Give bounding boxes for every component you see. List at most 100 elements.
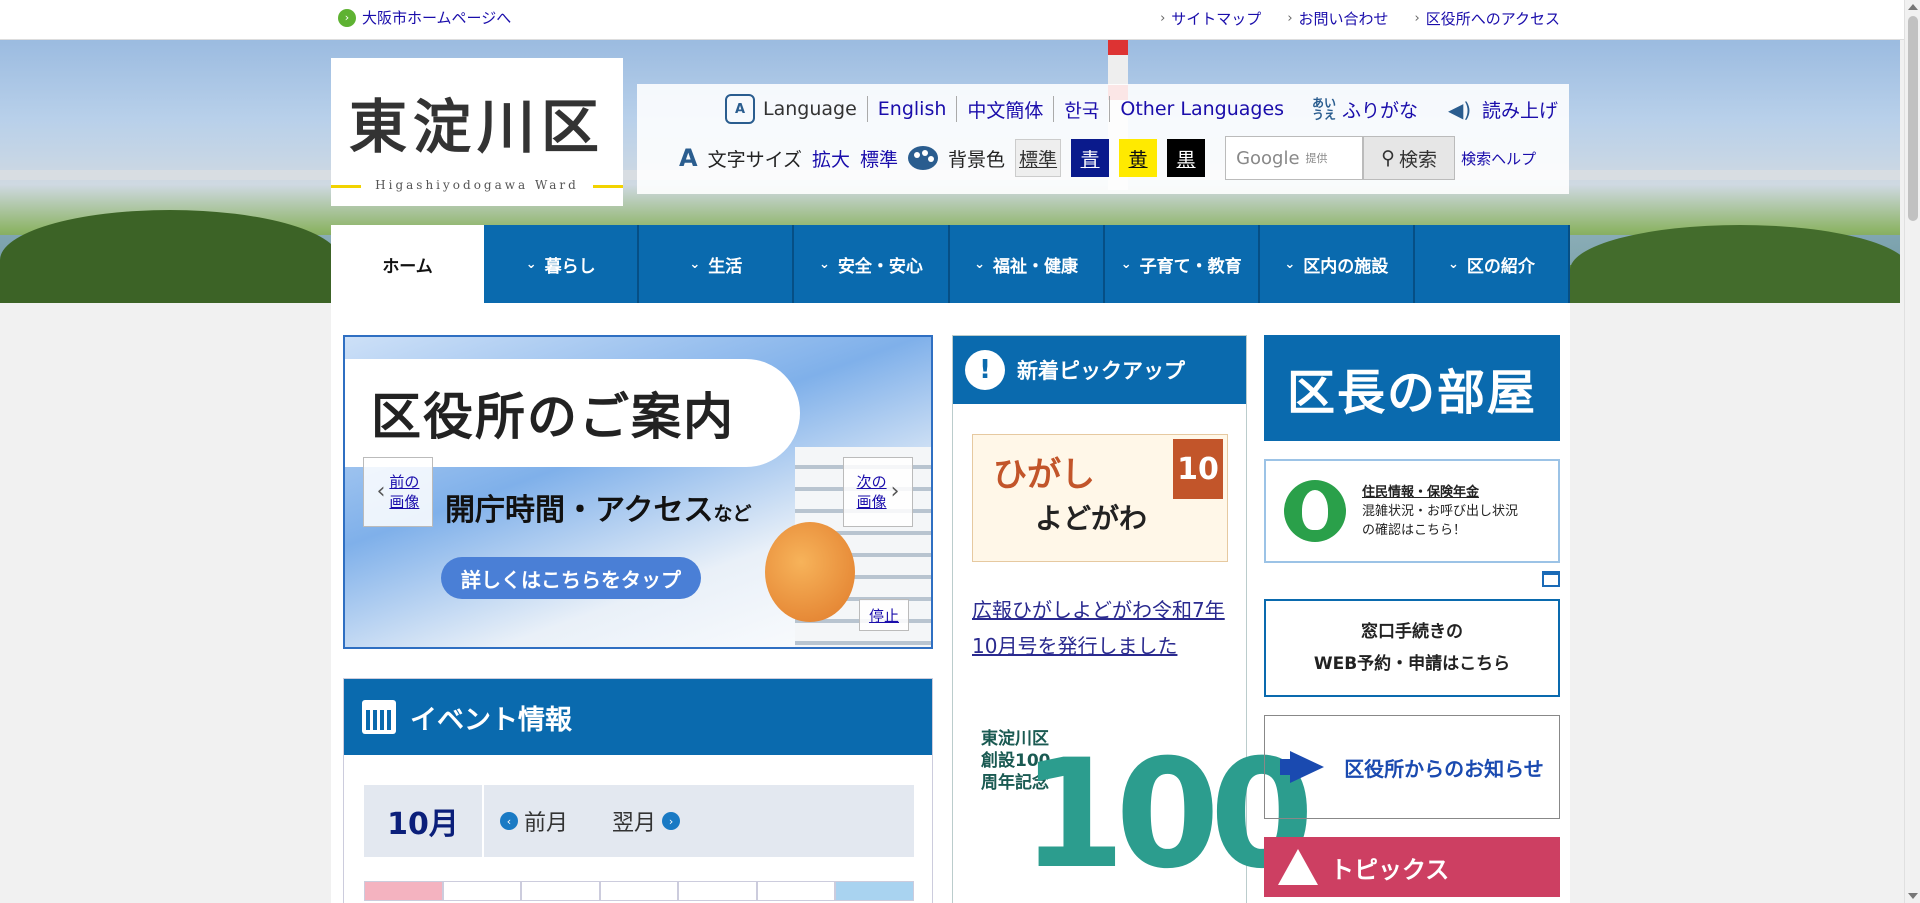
bg-blue-button[interactable]: 青 (1071, 139, 1110, 177)
global-nav: ホーム ⌄ 暮らし ⌄ 生活 ⌄ 安全・安心 ⌄ 福祉・健康 ⌄ 子育て・教育 ⌄ 区内の施… (331, 225, 1570, 303)
scroll-up-icon[interactable] (1908, 4, 1918, 10)
logo-roman: Higashiyodogawa Ward (331, 178, 623, 192)
font-size-label: 文字サイズ (707, 148, 803, 171)
lang-english-link[interactable]: English (878, 98, 947, 120)
ward-mayor-room-banner[interactable]: 区長の部屋 (1264, 335, 1560, 441)
lang-korean-link[interactable]: 한국 (1064, 96, 1099, 123)
font-enlarge-link[interactable]: 拡大 (812, 145, 850, 172)
prev-month-link[interactable]: ‹ 前月 (500, 805, 568, 837)
tab-childcare[interactable]: ⌄ 子育て・教育 (1104, 225, 1260, 303)
centennial-thumbnail[interactable]: 東淀川区創設100周年記念 100 (981, 698, 1314, 903)
slide-subtitle: 開庁時間・アクセスなど (445, 493, 752, 528)
lang-chinese-link[interactable]: 中文簡体 (967, 96, 1043, 123)
arrow-right-icon: › (338, 8, 356, 27)
chevron-down-icon: ⌄ (818, 256, 830, 272)
new-pickup-section: ! 新着ピックアップ ひがし よどがわ 10 広報ひがしよどがわ令和7年10月号… (952, 335, 1314, 903)
slide-cta-button[interactable]: 詳しくはこちらをタップ (441, 557, 701, 599)
bg-color-label: 背景色 (948, 148, 1006, 171)
utility-links: › サイトマップ › お問い合わせ › 区役所へのアクセス (1160, 8, 1560, 29)
calendar-weekday-row (364, 881, 915, 901)
next-month-link[interactable]: 翌月 › (612, 805, 681, 837)
search-icon: ⚲ (1381, 147, 1396, 169)
speaker-icon: ◀) (1448, 98, 1472, 122)
ward-notices-banner[interactable]: 区役所からのお知らせ (1264, 715, 1560, 819)
calendar-icon (362, 700, 396, 734)
new-pickup-header: ! 新着ピックアップ (953, 336, 1246, 404)
pr-magazine-thumbnail[interactable]: ひがし よどがわ 10 (972, 434, 1228, 562)
bg-yellow-button[interactable]: 黄 (1119, 139, 1158, 177)
tab-living[interactable]: ⌄ 暮らし (484, 225, 640, 303)
tab-about[interactable]: ⌄ 区の紹介 (1414, 225, 1570, 303)
slider-next-button[interactable]: 次の 画像 › (843, 457, 913, 527)
online-reservation-banner[interactable]: 窓口手続きの WEB予約・申請はこちら (1264, 599, 1560, 697)
exclamation-icon: ! (965, 350, 1005, 390)
tab-home[interactable]: ホーム (331, 225, 485, 303)
font-size-icon: A (679, 144, 698, 172)
chevron-right-icon: › (890, 479, 900, 504)
new-pickup-title: 新着ピックアップ (1017, 359, 1185, 383)
read-aloud-link[interactable]: 読み上げ (1482, 96, 1558, 123)
furigana-link[interactable]: ふりがな (1342, 96, 1418, 123)
bg-standard-button[interactable]: 標準 (1015, 139, 1062, 177)
event-info-title: イベント情報 (410, 704, 572, 736)
tab-life[interactable]: ⌄ 生活 (639, 225, 795, 303)
page-scrollbar[interactable] (1904, 0, 1920, 903)
slide-headline: 区役所のご案内 (345, 359, 800, 467)
image-slider[interactable]: 区役所のご案内 開庁時間・アクセスなど 詳しくはこちらをタップ ‹ 前の 画像 次… (343, 335, 933, 649)
scrollbar-thumb[interactable] (1908, 16, 1918, 221)
palette-icon (908, 146, 939, 170)
topics-header: トピックス (1264, 837, 1560, 897)
chevron-right-icon: › (1414, 11, 1420, 26)
scroll-down-icon[interactable] (1908, 893, 1918, 899)
site-logo[interactable]: 東淀川区 Higashiyodogawa Ward (331, 58, 623, 206)
top-utility-bar: › 大阪市ホームページへ › サイトマップ › お問い合わせ › 区役所へのアクセス (0, 0, 1904, 40)
resident-info-banner[interactable]: 住民情報・保険年金 混雑状況・お呼び出し状況 の確認はこちら！ (1264, 459, 1560, 563)
event-info-header: イベント情報 (344, 679, 932, 755)
chevron-down-icon: ⌄ (1120, 256, 1132, 272)
search-input[interactable]: Google 提供 (1225, 136, 1364, 180)
access-link[interactable]: › 区役所へのアクセス (1415, 8, 1560, 29)
chevron-left-icon: ‹ (500, 812, 518, 830)
tab-welfare[interactable]: ⌄ 福祉・健康 (949, 225, 1105, 303)
tab-safety[interactable]: ⌄ 安全・安心 (794, 225, 950, 303)
osaka-city-home-label: 大阪市ホームページへ (362, 9, 512, 27)
chevron-right-icon: › (1160, 11, 1166, 26)
chevron-down-icon: ⌄ (689, 256, 701, 272)
current-month: 10月 (364, 785, 484, 857)
chevron-down-icon: ⌄ (974, 256, 986, 272)
font-standard-link[interactable]: 標準 (860, 145, 898, 172)
event-info-section: イベント情報 10月 ‹ 前月 翌月 › (343, 678, 933, 903)
tab-facilities[interactable]: ⌄ 区内の施設 (1259, 225, 1415, 303)
furigana-icon: あい うえ (1312, 96, 1337, 122)
external-window-icon (1542, 571, 1560, 587)
search-help-link[interactable]: 検索ヘルプ (1461, 148, 1536, 169)
megaphone-icon (1280, 747, 1334, 787)
chevron-right-icon: › (1287, 11, 1293, 26)
chevron-left-icon: ‹ (376, 479, 386, 504)
font-bg-row: A 文字サイズ 拡大 標準 背景色 標準 青 黄 黒 Google 提供 ⚲ 検索… (679, 136, 1536, 180)
bg-black-button[interactable]: 黒 (1167, 139, 1206, 177)
side-banners: 区長の部屋 住民情報・保険年金 混雑状況・お呼び出し状況 の確認はこちら！ 窓口… (1264, 335, 1560, 897)
accessibility-tools: A Language English 中文簡体 한국 Other Languag… (637, 84, 1569, 194)
chevron-down-icon: ⌄ (1284, 256, 1296, 272)
chevron-down-icon: ⌄ (525, 256, 537, 272)
osaka-city-home-link[interactable]: › 大阪市ホームページへ (338, 7, 511, 28)
banner-trees-left (0, 210, 340, 303)
logo-kanji: 東淀川区 (348, 93, 605, 161)
calendar-month-bar: 10月 ‹ 前月 翌月 › (364, 785, 914, 857)
warning-icon (1278, 849, 1318, 885)
sitemap-link[interactable]: › サイトマップ (1160, 8, 1261, 29)
pr-magazine-link[interactable]: 広報ひがしよどがわ令和7年10月号を発行しました (972, 592, 1234, 664)
slider-stop-button[interactable]: 停止 (859, 599, 909, 631)
slider-prev-button[interactable]: ‹ 前の 画像 (363, 457, 433, 527)
lang-other-link[interactable]: Other Languages (1120, 98, 1284, 120)
language-row: A Language English 中文簡体 한국 Other Languag… (725, 94, 1558, 124)
language-label: Language (763, 98, 857, 120)
language-icon: A (725, 94, 755, 124)
chevron-down-icon: ⌄ (1447, 256, 1459, 272)
contact-link[interactable]: › お問い合わせ (1287, 8, 1388, 29)
search-button[interactable]: ⚲ 検索 (1363, 136, 1456, 180)
chevron-right-icon: › (662, 812, 681, 830)
ward-emblem-icon (1284, 480, 1346, 542)
main-content: 区役所のご案内 開庁時間・アクセスなど 詳しくはこちらをタップ ‹ 前の 画像 次… (331, 303, 1570, 903)
